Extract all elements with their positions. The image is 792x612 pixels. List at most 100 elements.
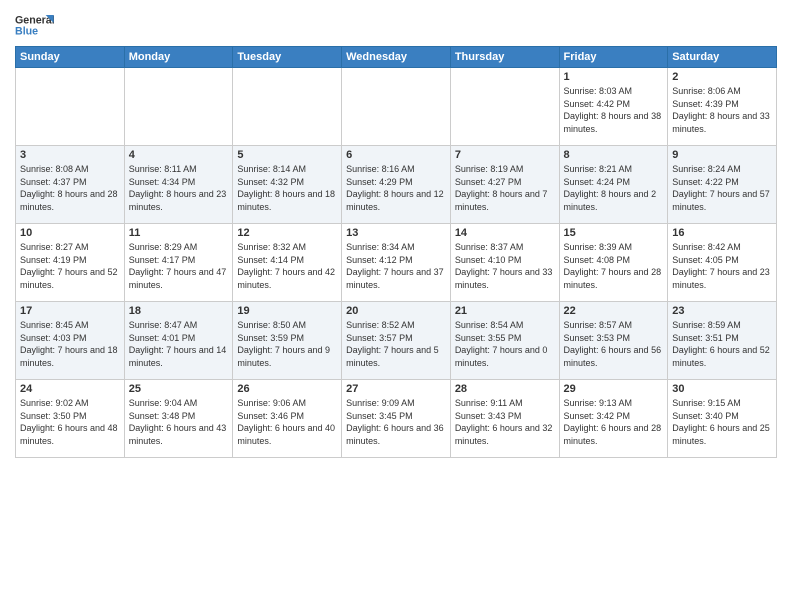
table-row: 22 Sunrise: 8:57 AM Sunset: 3:53 PM Dayli… [559, 302, 668, 380]
table-row [124, 68, 233, 146]
table-row: 2Sunrise: 8:06 AM Sunset: 4:39 PM Daylig… [668, 68, 777, 146]
day-info: Sunrise: 8:52 AM Sunset: 3:57 PM Dayligh… [346, 319, 446, 369]
day-info: Sunrise: 8:54 AM Sunset: 3:55 PM Dayligh… [455, 319, 555, 369]
day-number: 19 [237, 305, 337, 317]
col-wednesday: Wednesday [342, 47, 451, 68]
table-row: 15 Sunrise: 8:39 AM Sunset: 4:08 PM Dayli… [559, 224, 668, 302]
day-info: Sunrise: 8:59 AM Sunset: 3:51 PM Dayligh… [672, 319, 772, 369]
col-sunday: Sunday [16, 47, 125, 68]
day-number: 15 [564, 227, 664, 239]
table-row [342, 68, 451, 146]
day-number: 20 [346, 305, 446, 317]
day-number: 4 [129, 149, 229, 161]
svg-text:Blue: Blue [15, 25, 38, 37]
col-thursday: Thursday [450, 47, 559, 68]
day-info: Sunrise: 9:06 AM Sunset: 3:46 PM Dayligh… [237, 397, 337, 447]
table-row: 18 Sunrise: 8:47 AM Sunset: 4:01 PM Dayli… [124, 302, 233, 380]
table-row: 11 Sunrise: 8:29 AM Sunset: 4:17 PM Dayli… [124, 224, 233, 302]
table-row: 3Sunrise: 8:08 AM Sunset: 4:37 PM Daylig… [16, 146, 125, 224]
day-number: 21 [455, 305, 555, 317]
day-number: 24 [20, 383, 120, 395]
day-number: 16 [672, 227, 772, 239]
day-info: Sunrise: 8:42 AM Sunset: 4:05 PM Dayligh… [672, 241, 772, 291]
table-row: 7 Sunrise: 8:19 AM Sunset: 4:27 PM Daylig… [450, 146, 559, 224]
table-row: 12 Sunrise: 8:32 AM Sunset: 4:14 PM Dayli… [233, 224, 342, 302]
day-number: 6 [346, 149, 446, 161]
day-number: 30 [672, 383, 772, 395]
day-info: Sunrise: 8:37 AM Sunset: 4:10 PM Dayligh… [455, 241, 555, 291]
day-info: Sunrise: 8:03 AM Sunset: 4:42 PM Dayligh… [564, 85, 664, 135]
day-number: 27 [346, 383, 446, 395]
col-tuesday: Tuesday [233, 47, 342, 68]
col-friday: Friday [559, 47, 668, 68]
day-info: Sunrise: 8:24 AM Sunset: 4:22 PM Dayligh… [672, 163, 772, 213]
day-number: 14 [455, 227, 555, 239]
calendar-week-row: 3Sunrise: 8:08 AM Sunset: 4:37 PM Daylig… [16, 146, 777, 224]
day-number: 9 [672, 149, 772, 161]
table-row: 14 Sunrise: 8:37 AM Sunset: 4:10 PM Dayli… [450, 224, 559, 302]
day-info: Sunrise: 9:04 AM Sunset: 3:48 PM Dayligh… [129, 397, 229, 447]
day-number: 11 [129, 227, 229, 239]
day-info: Sunrise: 8:29 AM Sunset: 4:17 PM Dayligh… [129, 241, 229, 291]
day-info: Sunrise: 8:34 AM Sunset: 4:12 PM Dayligh… [346, 241, 446, 291]
table-row: 24 Sunrise: 9:02 AM Sunset: 3:50 PM Dayli… [16, 380, 125, 458]
day-info: Sunrise: 8:47 AM Sunset: 4:01 PM Dayligh… [129, 319, 229, 369]
table-row: 4 Sunrise: 8:11 AM Sunset: 4:34 PM Daylig… [124, 146, 233, 224]
table-row: 28 Sunrise: 9:11 AM Sunset: 3:43 PM Dayli… [450, 380, 559, 458]
calendar-header-row: Sunday Monday Tuesday Wednesday Thursday… [16, 47, 777, 68]
table-row: 27 Sunrise: 9:09 AM Sunset: 3:45 PM Dayli… [342, 380, 451, 458]
day-info: Sunrise: 8:21 AM Sunset: 4:24 PM Dayligh… [564, 163, 664, 213]
day-number: 29 [564, 383, 664, 395]
day-info: Sunrise: 9:15 AM Sunset: 3:40 PM Dayligh… [672, 397, 772, 447]
day-number: 28 [455, 383, 555, 395]
calendar-week-row: 1Sunrise: 8:03 AM Sunset: 4:42 PM Daylig… [16, 68, 777, 146]
day-info: Sunrise: 8:19 AM Sunset: 4:27 PM Dayligh… [455, 163, 555, 213]
calendar-table: Sunday Monday Tuesday Wednesday Thursday… [15, 46, 777, 458]
table-row: 1Sunrise: 8:03 AM Sunset: 4:42 PM Daylig… [559, 68, 668, 146]
day-info: Sunrise: 8:57 AM Sunset: 3:53 PM Dayligh… [564, 319, 664, 369]
day-info: Sunrise: 8:16 AM Sunset: 4:29 PM Dayligh… [346, 163, 446, 213]
table-row [16, 68, 125, 146]
day-number: 25 [129, 383, 229, 395]
table-row [233, 68, 342, 146]
day-info: Sunrise: 9:13 AM Sunset: 3:42 PM Dayligh… [564, 397, 664, 447]
table-row: 8 Sunrise: 8:21 AM Sunset: 4:24 PM Daylig… [559, 146, 668, 224]
table-row: 13 Sunrise: 8:34 AM Sunset: 4:12 PM Dayli… [342, 224, 451, 302]
calendar-week-row: 24 Sunrise: 9:02 AM Sunset: 3:50 PM Dayli… [16, 380, 777, 458]
day-number: 23 [672, 305, 772, 317]
day-info: Sunrise: 8:50 AM Sunset: 3:59 PM Dayligh… [237, 319, 337, 369]
day-number: 12 [237, 227, 337, 239]
table-row: 30 Sunrise: 9:15 AM Sunset: 3:40 PM Dayli… [668, 380, 777, 458]
day-number: 22 [564, 305, 664, 317]
day-number: 13 [346, 227, 446, 239]
day-number: 7 [455, 149, 555, 161]
day-info: Sunrise: 8:11 AM Sunset: 4:34 PM Dayligh… [129, 163, 229, 213]
table-row: 26 Sunrise: 9:06 AM Sunset: 3:46 PM Dayli… [233, 380, 342, 458]
day-info: Sunrise: 9:09 AM Sunset: 3:45 PM Dayligh… [346, 397, 446, 447]
col-monday: Monday [124, 47, 233, 68]
table-row: 20 Sunrise: 8:52 AM Sunset: 3:57 PM Dayli… [342, 302, 451, 380]
day-number: 17 [20, 305, 120, 317]
day-number: 18 [129, 305, 229, 317]
calendar-week-row: 10Sunrise: 8:27 AM Sunset: 4:19 PM Dayli… [16, 224, 777, 302]
logo-icon: General Blue [15, 10, 55, 40]
table-row: 23 Sunrise: 8:59 AM Sunset: 3:51 PM Dayli… [668, 302, 777, 380]
day-info: Sunrise: 9:02 AM Sunset: 3:50 PM Dayligh… [20, 397, 120, 447]
table-row: 5Sunrise: 8:14 AM Sunset: 4:32 PM Daylig… [233, 146, 342, 224]
day-number: 5 [237, 149, 337, 161]
day-info: Sunrise: 8:32 AM Sunset: 4:14 PM Dayligh… [237, 241, 337, 291]
day-info: Sunrise: 9:11 AM Sunset: 3:43 PM Dayligh… [455, 397, 555, 447]
day-number: 26 [237, 383, 337, 395]
page: General Blue Sunday Monday Tuesday Wedne… [0, 0, 792, 612]
table-row: 17Sunrise: 8:45 AM Sunset: 4:03 PM Dayli… [16, 302, 125, 380]
header: General Blue [15, 10, 777, 40]
table-row: 29 Sunrise: 9:13 AM Sunset: 3:42 PM Dayli… [559, 380, 668, 458]
day-number: 8 [564, 149, 664, 161]
table-row: 16 Sunrise: 8:42 AM Sunset: 4:05 PM Dayli… [668, 224, 777, 302]
logo: General Blue [15, 10, 55, 40]
calendar-week-row: 17Sunrise: 8:45 AM Sunset: 4:03 PM Dayli… [16, 302, 777, 380]
day-info: Sunrise: 8:39 AM Sunset: 4:08 PM Dayligh… [564, 241, 664, 291]
table-row: 6 Sunrise: 8:16 AM Sunset: 4:29 PM Daylig… [342, 146, 451, 224]
table-row [450, 68, 559, 146]
table-row: 21 Sunrise: 8:54 AM Sunset: 3:55 PM Dayli… [450, 302, 559, 380]
